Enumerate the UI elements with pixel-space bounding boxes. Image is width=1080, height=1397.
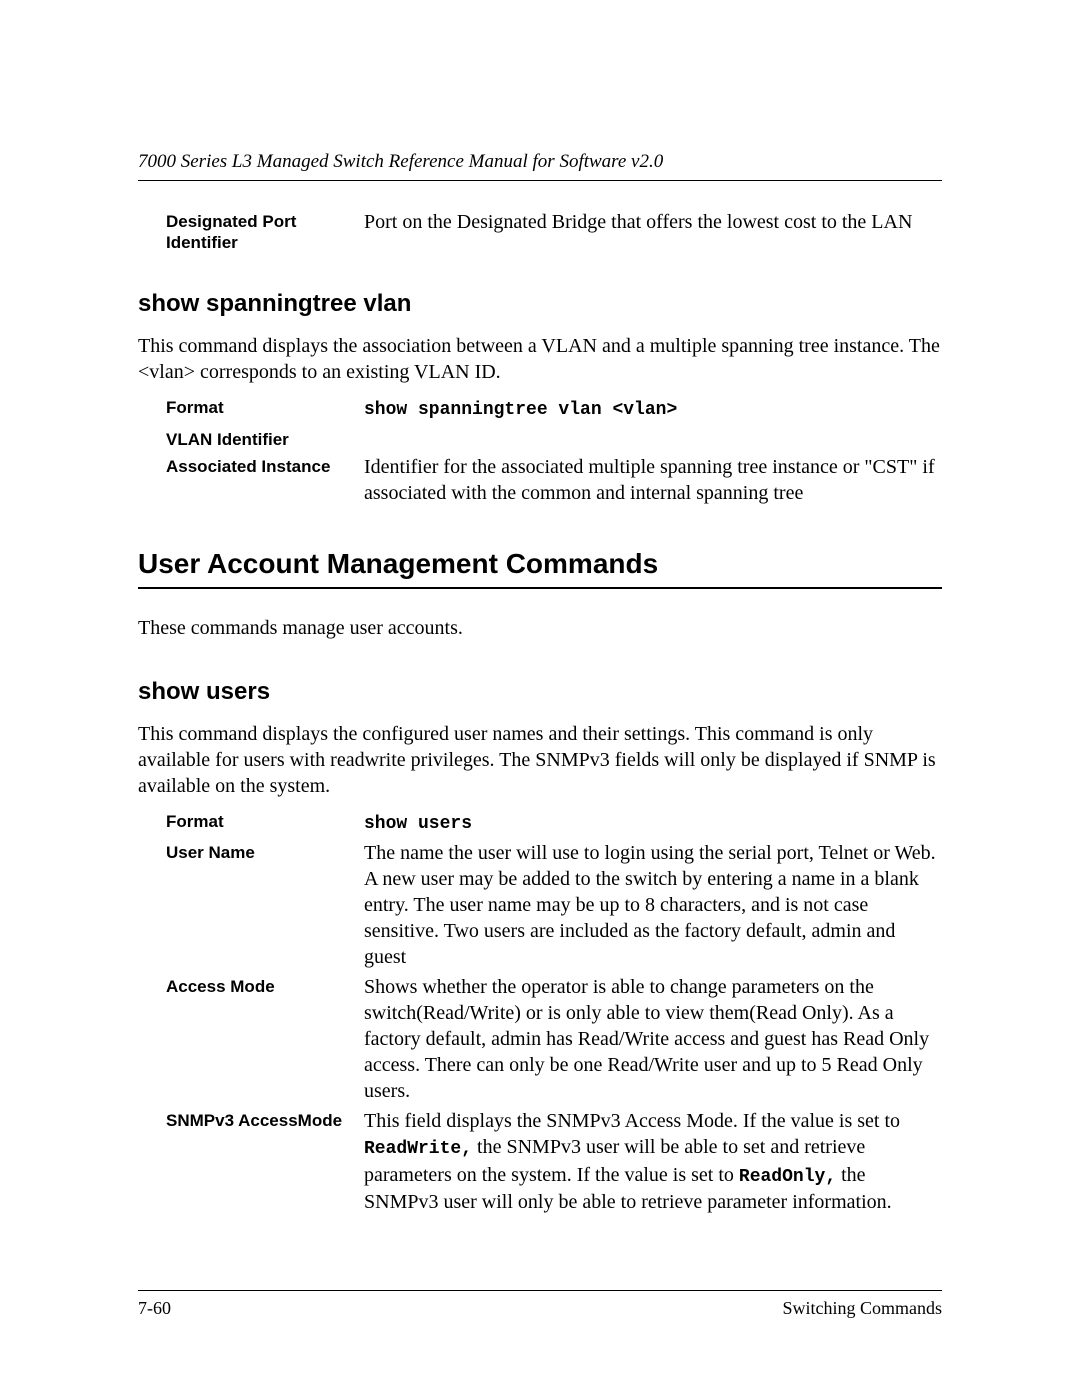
- term-user-name: User Name: [166, 840, 364, 970]
- intro-user-account-management: These commands manage user accounts.: [138, 615, 942, 641]
- running-header: 7000 Series L3 Managed Switch Reference …: [138, 150, 942, 174]
- cmd-show-users: show users: [364, 814, 472, 834]
- desc-snmpv3-accessmode: This field displays the SNMPv3 Access Mo…: [364, 1108, 942, 1215]
- term-designated-port-identifier: Designated Port Identifier: [166, 209, 364, 254]
- footer-section: Switching Commands: [782, 1297, 942, 1320]
- heading-show-spanningtree-vlan: show spanningtree vlan: [138, 289, 942, 319]
- page: 7000 Series L3 Managed Switch Reference …: [0, 0, 1080, 1397]
- desc-vlan-identifier: [364, 427, 942, 450]
- definition-row: Associated Instance Identifier for the a…: [138, 454, 942, 506]
- term-access-mode: Access Mode: [166, 974, 364, 1104]
- definition-row: Designated Port Identifier Port on the D…: [138, 209, 942, 254]
- definition-row: Access Mode Shows whether the operator i…: [138, 974, 942, 1104]
- intro-spanningtree-vlan: This command displays the association be…: [138, 333, 942, 385]
- term-snmpv3-accessmode: SNMPv3 AccessMode: [166, 1108, 364, 1215]
- definition-row: SNMPv3 AccessMode This field displays th…: [138, 1108, 942, 1215]
- desc-user-name: The name the user will use to login usin…: [364, 840, 942, 970]
- header-rule: [138, 180, 942, 181]
- term-vlan-identifier: VLAN Identifier: [166, 427, 364, 450]
- definition-row: Format show spanningtree vlan <vlan>: [138, 395, 942, 422]
- term-format: Format: [166, 809, 364, 836]
- desc-associated-instance: Identifier for the associated multiple s…: [364, 454, 942, 506]
- defblock-spanningtree-vlan: Format show spanningtree vlan <vlan> VLA…: [138, 395, 942, 506]
- section-rule: [138, 587, 942, 589]
- desc-designated-port-identifier: Port on the Designated Bridge that offer…: [364, 209, 942, 254]
- defblock-show-users: Format show users User Name The name the…: [138, 809, 942, 1215]
- definition-row: User Name The name the user will use to …: [138, 840, 942, 970]
- definition-row: Format show users: [138, 809, 942, 836]
- text-snmp-pre: This field displays the SNMPv3 Access Mo…: [364, 1110, 900, 1132]
- heading-show-users: show users: [138, 677, 942, 707]
- footer-rule: [138, 1290, 942, 1291]
- heading-user-account-management-commands: User Account Management Commands: [138, 546, 942, 581]
- page-footer: 7-60 Switching Commands: [138, 1290, 942, 1320]
- code-readonly: ReadOnly,: [739, 1167, 836, 1187]
- term-associated-instance: Associated Instance: [166, 454, 364, 506]
- definition-row: VLAN Identifier: [138, 427, 942, 450]
- desc-access-mode: Shows whether the operator is able to ch…: [364, 974, 942, 1104]
- desc-format: show users: [364, 809, 942, 836]
- code-readwrite: ReadWrite,: [364, 1139, 472, 1159]
- intro-show-users: This command displays the configured use…: [138, 721, 942, 799]
- page-number: 7-60: [138, 1297, 171, 1320]
- desc-format: show spanningtree vlan <vlan>: [364, 395, 942, 422]
- cmd-show-spanningtree-vlan: show spanningtree vlan <vlan>: [364, 400, 677, 420]
- term-format: Format: [166, 395, 364, 422]
